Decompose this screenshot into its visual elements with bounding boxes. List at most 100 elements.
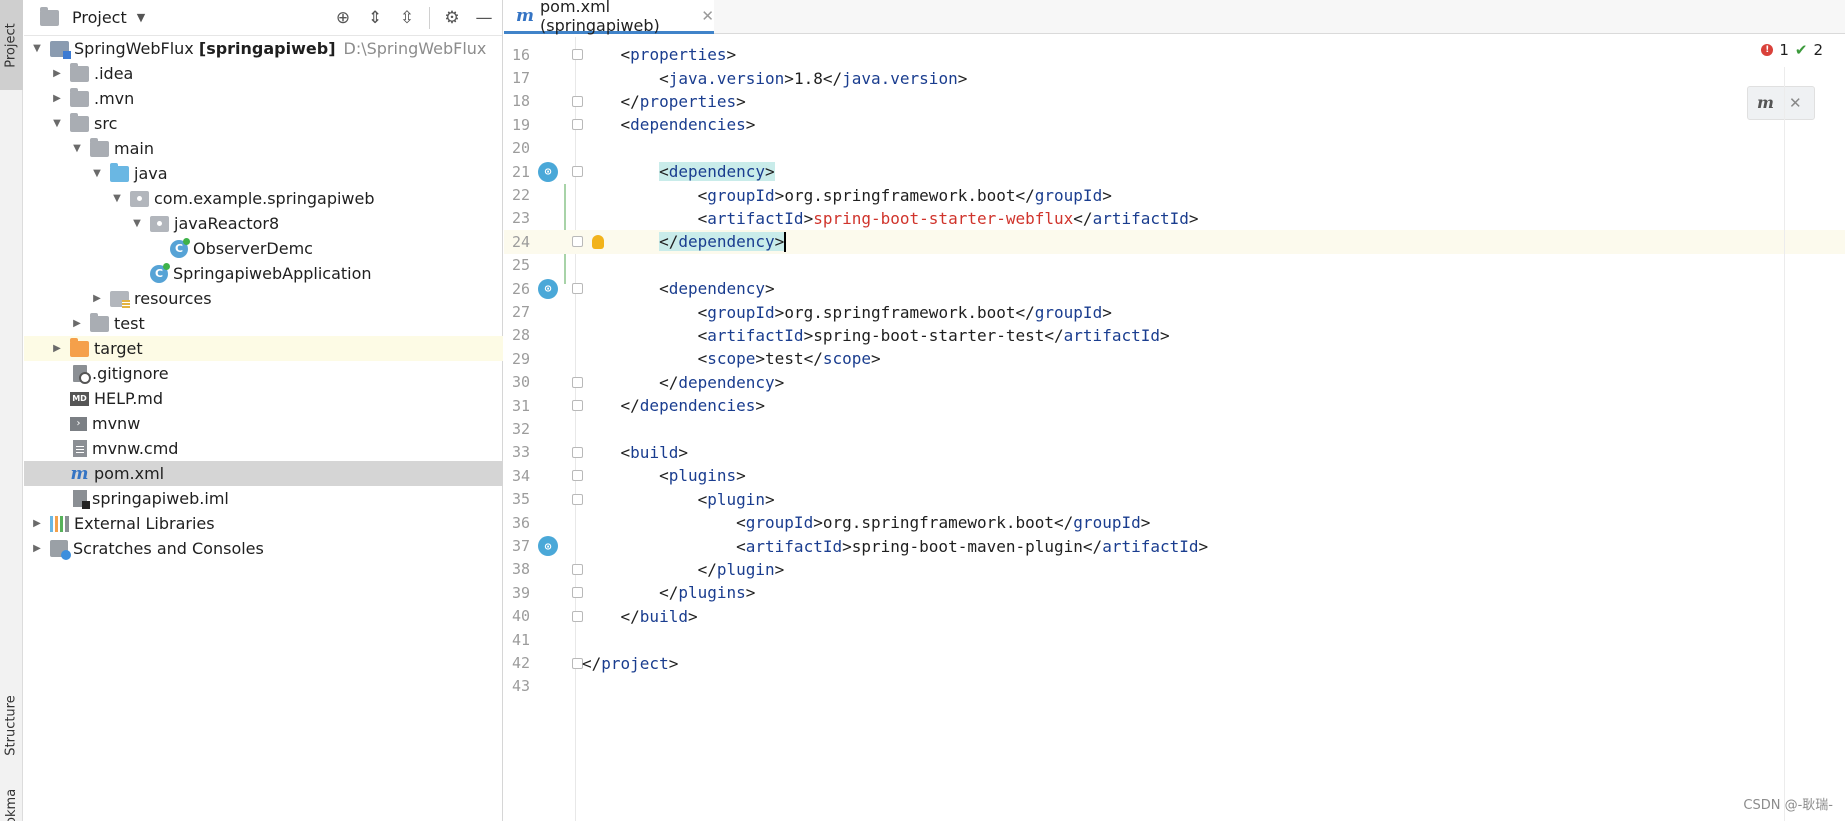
tree-item-java[interactable]: ▼ java [24, 161, 503, 186]
code-line-32[interactable]: 32 [504, 417, 1845, 440]
gear-icon[interactable]: ⚙ [440, 6, 464, 30]
chevron-right-icon[interactable]: ▶ [70, 318, 84, 329]
tab-pom-xml[interactable]: m pom.xml (springapiweb) ✕ [504, 0, 714, 35]
tree-item-external-libraries[interactable]: ▶ External Libraries [24, 511, 503, 536]
inspection-widget[interactable]: ! 1 ✔ 2 [1761, 41, 1823, 59]
tree-item-test[interactable]: ▶ test [24, 311, 503, 336]
chevron-right-icon[interactable]: ▶ [90, 293, 104, 304]
tree-item-package[interactable]: ▼ com.example.springapiweb [24, 186, 503, 211]
project-tool-tab[interactable]: Project [0, 0, 23, 90]
code-line-25[interactable]: 25 [504, 254, 1845, 277]
tree-item-mvnw-cmd[interactable]: mvnw.cmd [24, 436, 503, 461]
tree-item-pom-xml[interactable]: m pom.xml [24, 461, 503, 486]
code-token: org.springframework.boot [822, 513, 1055, 533]
chevron-right-icon[interactable]: ▶ [50, 68, 64, 79]
line-number: 27 [511, 303, 530, 322]
close-icon[interactable]: ✕ [1789, 94, 1802, 112]
line-number: 26 [511, 279, 530, 298]
collapse-all-icon[interactable]: ⇳ [395, 6, 419, 30]
code-line-19[interactable]: 19 <dependencies> [504, 113, 1845, 136]
code-line-17[interactable]: 17 <java.version>1.8</java.version> [504, 66, 1845, 89]
code-line-18[interactable]: 18 </properties> [504, 90, 1845, 113]
dependency-gutter-icon[interactable]: ⊙ [538, 278, 558, 299]
code-line-40[interactable]: 40 </build> [504, 605, 1845, 628]
tree-item-idea[interactable]: ▶ .idea [24, 61, 503, 86]
code-line-31[interactable]: 31 </dependencies> [504, 394, 1845, 417]
structure-tool-tab[interactable]: Structure [0, 680, 23, 770]
tree-item-mvn[interactable]: ▶ .mvn [24, 86, 503, 111]
code-line-22[interactable]: 22 <groupId>org.springframework.boot</gr… [504, 183, 1845, 206]
tree-item-src[interactable]: ▼ src [24, 111, 503, 136]
tree-item-main[interactable]: ▼ main [24, 136, 503, 161]
tree-item-observerdemc[interactable]: C ObserverDemc [24, 236, 503, 261]
tree-item-iml[interactable]: springapiweb.iml [24, 486, 503, 511]
line-number: 29 [511, 349, 530, 368]
tree-item-label: SpringapiwebApplication [173, 264, 372, 283]
code-line-34[interactable]: 34 <plugins> [504, 464, 1845, 487]
code-line-28[interactable]: 28 <artifactId>spring-boot-starter-test<… [504, 324, 1845, 347]
minimize-icon[interactable]: — [472, 6, 496, 30]
code-line-39[interactable]: 39 </plugins> [504, 581, 1845, 604]
project-view-selector[interactable]: Project [72, 8, 127, 27]
tree-item-resources[interactable]: ▶ resources [24, 286, 503, 311]
code-editor[interactable]: 16 <properties> 17 <java.version>1.8</jav… [504, 37, 1845, 821]
tree-item-gitignore[interactable]: .gitignore [24, 361, 503, 386]
line-number: 33 [511, 443, 530, 462]
code-token: > [668, 653, 679, 673]
line-number: 16 [511, 45, 530, 64]
tree-item-help-md[interactable]: MD HELP.md [24, 386, 503, 411]
tree-item-label: External Libraries [74, 514, 215, 533]
code-line-37[interactable]: 37 ⊙ <artifactId>spring-boot-maven-plugin… [504, 534, 1845, 557]
code-line-42[interactable]: 42 </project> [504, 651, 1845, 674]
tree-item-label: mvnw.cmd [92, 439, 179, 458]
chevron-right-icon[interactable]: ▶ [30, 518, 44, 529]
code-line-30[interactable]: 30 </dependency> [504, 371, 1845, 394]
code-line-33[interactable]: 33 <build> [504, 441, 1845, 464]
chevron-right-icon[interactable]: ▶ [50, 343, 64, 354]
tree-item-javareactor8[interactable]: ▼ javaReactor8 [24, 211, 503, 236]
chevron-down-icon[interactable]: ▼ [90, 168, 104, 179]
tree-item-scratches[interactable]: ▶ Scratches and Consoles [24, 536, 503, 561]
code-line-36[interactable]: 36 <groupId>org.springframework.boot</gr… [504, 511, 1845, 534]
code-line-16[interactable]: 16 <properties> [504, 43, 1845, 66]
maven-reload-icon[interactable]: m [1756, 95, 1775, 111]
code-token: > [755, 349, 766, 369]
code-line-20[interactable]: 20 [504, 137, 1845, 160]
locate-icon[interactable]: ⊕ [331, 6, 355, 30]
close-icon[interactable]: ✕ [701, 7, 714, 25]
chevron-right-icon[interactable]: ▶ [50, 93, 64, 104]
line-number: 21 [511, 162, 530, 181]
code-text: </dependency> [582, 373, 784, 392]
code-token: < [659, 466, 669, 486]
code-line-29[interactable]: 29 <scope>test</scope> [504, 347, 1845, 370]
tab-label: pom.xml (springapiweb) [540, 0, 660, 35]
tree-item-springapiwebapplication[interactable]: C SpringapiwebApplication [24, 261, 503, 286]
tree-item-springwebflux[interactable]: ▼ SpringWebFlux [springapiweb] D:\SpringW… [24, 36, 503, 61]
chevron-down-icon[interactable]: ▼ [50, 118, 64, 129]
code-token: </ [803, 349, 823, 369]
code-token: > [803, 208, 814, 228]
code-line-21[interactable]: 21 ⊙ <dependency> [504, 160, 1845, 183]
tree-item-label: .mvn [94, 89, 135, 108]
code-line-41[interactable]: 41 [504, 628, 1845, 651]
code-line-27[interactable]: 27 <groupId>org.springframework.boot</gr… [504, 300, 1845, 323]
code-line-38[interactable]: 38 </plugin> [504, 558, 1845, 581]
code-line-26[interactable]: 26 ⊙ <dependency> [504, 277, 1845, 300]
chevron-down-icon[interactable]: ▼ [70, 143, 84, 154]
tree-item-target[interactable]: ▶ target [24, 336, 503, 361]
code-line-23[interactable]: 23 <artifactId>spring-boot-starter-webfl… [504, 207, 1845, 230]
expand-all-icon[interactable]: ⇕ [363, 6, 387, 30]
chevron-down-icon[interactable]: ▼ [137, 11, 145, 24]
chevron-right-icon[interactable]: ▶ [30, 543, 44, 554]
dependency-gutter-icon[interactable]: ⊙ [538, 161, 558, 182]
code-line-43[interactable]: 43 [504, 675, 1845, 698]
chevron-down-icon[interactable]: ▼ [30, 43, 44, 54]
tree-item-label: Scratches and Consoles [73, 539, 264, 558]
chevron-down-icon[interactable]: ▼ [110, 193, 124, 204]
bookmarks-tool-tab[interactable]: Bookmarks [0, 790, 23, 821]
code-line-24[interactable]: 24 </dependency> [504, 230, 1845, 254]
code-line-35[interactable]: 35 <plugin> [504, 488, 1845, 511]
dependency-gutter-icon[interactable]: ⊙ [538, 536, 558, 557]
chevron-down-icon[interactable]: ▼ [130, 218, 144, 229]
tree-item-mvnw[interactable]: › mvnw [24, 411, 503, 436]
